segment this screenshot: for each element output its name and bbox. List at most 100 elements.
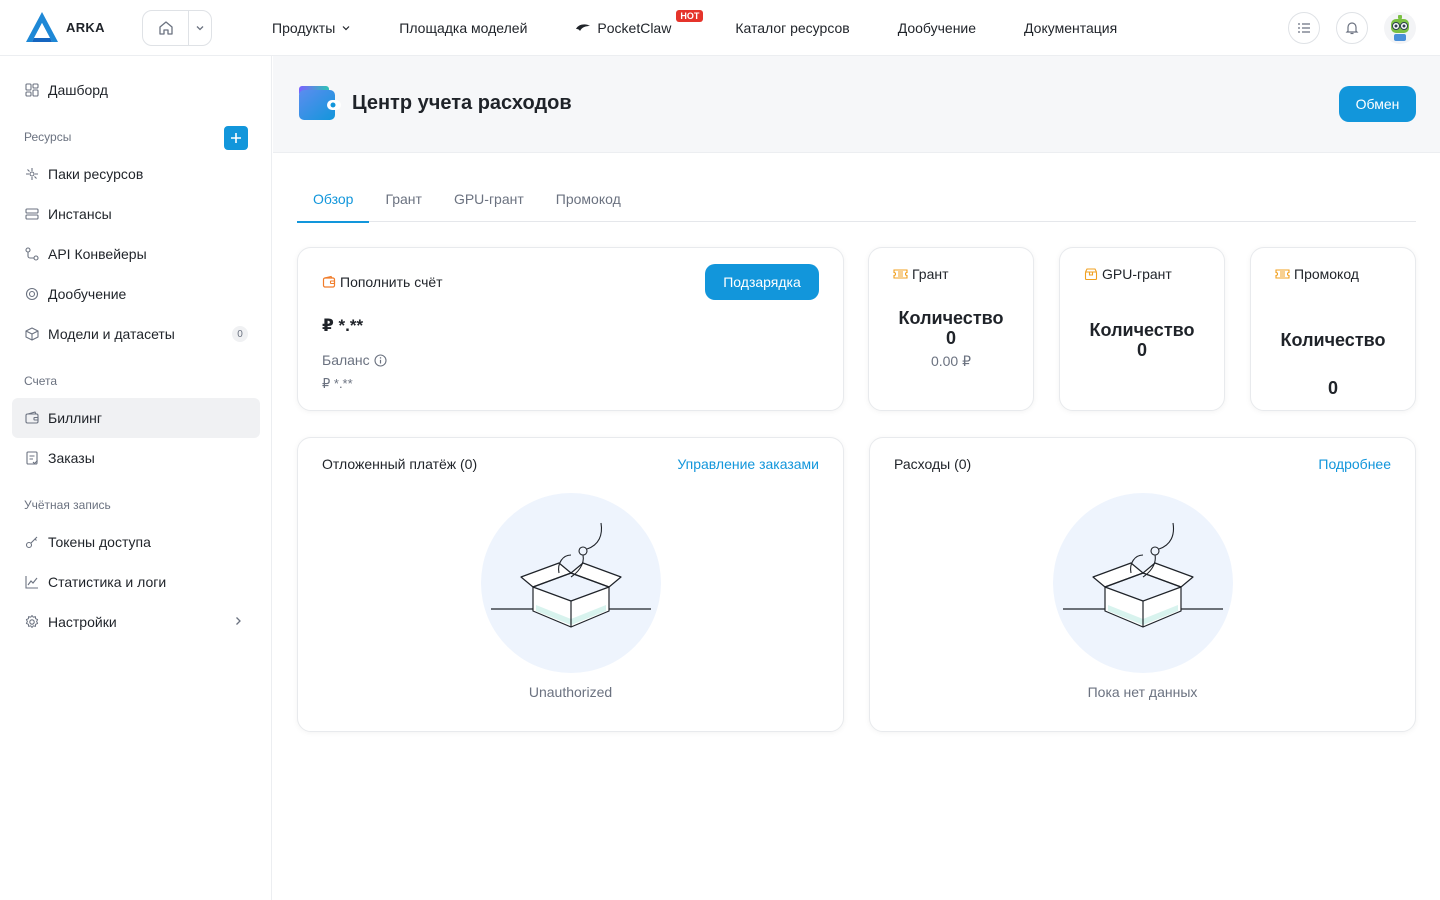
brand-logo[interactable]: ARKA (24, 10, 105, 44)
sidebar-item-models-datasets[interactable]: Модели и датасеты 0 (12, 314, 260, 354)
grant-card: Грант Количество 0 0.00 ₽ (868, 247, 1034, 411)
nav-model-hub[interactable]: Площадка моделей (399, 20, 527, 36)
user-avatar[interactable] (1384, 12, 1416, 44)
pipeline-icon (25, 247, 39, 261)
home-icon (158, 21, 173, 35)
finetune-icon (25, 287, 39, 301)
sidebar-item-label: API Конвейеры (48, 246, 147, 262)
expenses-details-link[interactable]: Подробнее (1318, 456, 1391, 472)
info-icon[interactable] (374, 353, 387, 367)
nav-finetune[interactable]: Дообучение (898, 20, 976, 36)
balance-value: ₽ *.** (322, 316, 364, 335)
sidebar: Дашборд Ресурсы Паки ресурсов Инстансы A… (0, 56, 272, 900)
top-right-actions (1288, 12, 1416, 44)
grant-count-label: Количество (898, 308, 1004, 328)
nav-catalog-label: Каталог ресурсов (735, 20, 850, 36)
recharge-title: Пополнить счёт (340, 274, 443, 290)
grant-count-value: 0 (945, 328, 956, 348)
home-button[interactable] (143, 11, 189, 45)
sidebar-item-stats-logs[interactable]: Статистика и логи (12, 562, 260, 602)
sidebar-item-resource-packs[interactable]: Паки ресурсов (12, 154, 260, 194)
gpu-grant-card: GPU-грант Количество 0 (1059, 247, 1225, 411)
sidebar-section-account: Учётная запись (24, 498, 111, 512)
pending-payment-title: Отложенный платёж (0) (322, 456, 478, 472)
models-count-badge: 0 (232, 326, 248, 342)
page-header: Центр учета расходов Обмен (273, 56, 1440, 153)
recharge-button[interactable]: Подзарядка (705, 264, 819, 300)
empty-box-icon (1053, 493, 1233, 673)
nav-products[interactable]: Продукты (272, 20, 351, 36)
chevron-right-icon (236, 617, 241, 625)
home-switcher (142, 10, 212, 46)
main-nav: Продукты Площадка моделей PocketClaw HOT… (272, 0, 1165, 56)
tab-gpu-grant[interactable]: GPU-грант (438, 176, 540, 222)
empty-state-text: Unauthorized (528, 684, 613, 700)
expenses-title: Расходы (0) (894, 456, 972, 472)
nav-catalog[interactable]: Каталог ресурсов (735, 20, 849, 36)
nav-products-label: Продукты (272, 20, 336, 36)
hot-badge: HOT (676, 10, 704, 22)
resource-packs-icon (26, 168, 38, 180)
home-dropdown-button[interactable] (189, 11, 211, 45)
exchange-button[interactable]: Обмен (1339, 86, 1416, 122)
chart-line-icon (25, 576, 38, 589)
sidebar-item-orders[interactable]: Заказы (12, 438, 260, 478)
promo-header: Промокод (1275, 266, 1359, 282)
sidebar-item-instances[interactable]: Инстансы (12, 194, 260, 234)
empty-box-icon (481, 493, 661, 673)
gpu-grant-count-value: 0 (1136, 340, 1147, 360)
sidebar-item-label: Инстансы (48, 206, 112, 222)
empty-state-illustration (1053, 493, 1233, 673)
balance-label-row: Баланс (322, 352, 387, 368)
balance-sub-value: ₽ *.** (322, 376, 353, 391)
main-content: Центр учета расходов Обмен Обзор Грант G… (273, 56, 1440, 900)
sidebar-item-finetune[interactable]: Дообучение (12, 274, 260, 314)
nav-docs[interactable]: Документация (1024, 20, 1117, 36)
sidebar-item-dashboard[interactable]: Дашборд (12, 70, 260, 110)
balance-label: Баланс (322, 352, 370, 368)
tasks-button[interactable] (1288, 12, 1320, 44)
promo-count-label: Количество (1280, 330, 1386, 350)
sidebar-item-label: Заказы (48, 450, 95, 466)
tab-promo[interactable]: Промокод (540, 176, 637, 222)
chevron-down-icon (342, 26, 350, 31)
server-icon (25, 208, 39, 220)
nav-pocketclaw[interactable]: PocketClaw HOT (575, 10, 704, 36)
cube-icon (25, 327, 39, 341)
top-bar: ARKA Продукты Площадка моделей PocketCla… (0, 0, 1440, 56)
sidebar-item-label: Модели и датасеты (48, 326, 175, 342)
sidebar-item-settings[interactable]: Настройки (12, 602, 260, 642)
sidebar-item-label: Биллинг (48, 410, 103, 426)
nav-pocketclaw-label: PocketClaw (597, 20, 672, 36)
sidebar-item-billing[interactable]: Биллинг (12, 398, 260, 438)
sidebar-section-resources: Ресурсы (24, 130, 72, 144)
notifications-button[interactable] (1336, 12, 1368, 44)
sidebar-item-label: Паки ресурсов (48, 166, 144, 182)
sidebar-item-api-pipelines[interactable]: API Конвейеры (12, 234, 260, 274)
brand-name: ARKA (66, 19, 105, 35)
wallet-icon (322, 275, 336, 288)
plus-icon (231, 133, 241, 143)
sidebar-section-accounts: Счета (24, 374, 58, 388)
sidebar-item-access-tokens[interactable]: Токены доступа (12, 522, 260, 562)
gear-icon (25, 615, 39, 628)
wallet-icon (25, 411, 39, 424)
grant-title: Грант (912, 266, 949, 282)
manage-orders-link[interactable]: Управление заказами (677, 456, 819, 472)
add-resource-button[interactable] (224, 126, 248, 150)
tab-overview[interactable]: Обзор (297, 176, 370, 223)
nav-model-hub-label: Площадка моделей (399, 20, 528, 36)
sidebar-item-label: Настройки (48, 614, 117, 630)
key-icon (25, 536, 38, 549)
promo-count-value: 0 (1327, 378, 1338, 398)
tab-grant[interactable]: Грант (369, 176, 438, 222)
promo-title: Промокод (1294, 266, 1359, 282)
recharge-card: Пополнить счёт Подзарядка ₽ *.** Баланс … (297, 247, 844, 411)
expenses-card: Расходы (0) Подробнее Пока нет данных (869, 437, 1416, 732)
ticket-icon (1275, 269, 1290, 279)
sidebar-item-label: Статистика и логи (48, 574, 167, 590)
list-icon (1298, 23, 1310, 33)
sidebar-item-label: Дашборд (48, 82, 108, 98)
empty-state-illustration (481, 493, 661, 673)
dashboard-icon (25, 83, 39, 97)
